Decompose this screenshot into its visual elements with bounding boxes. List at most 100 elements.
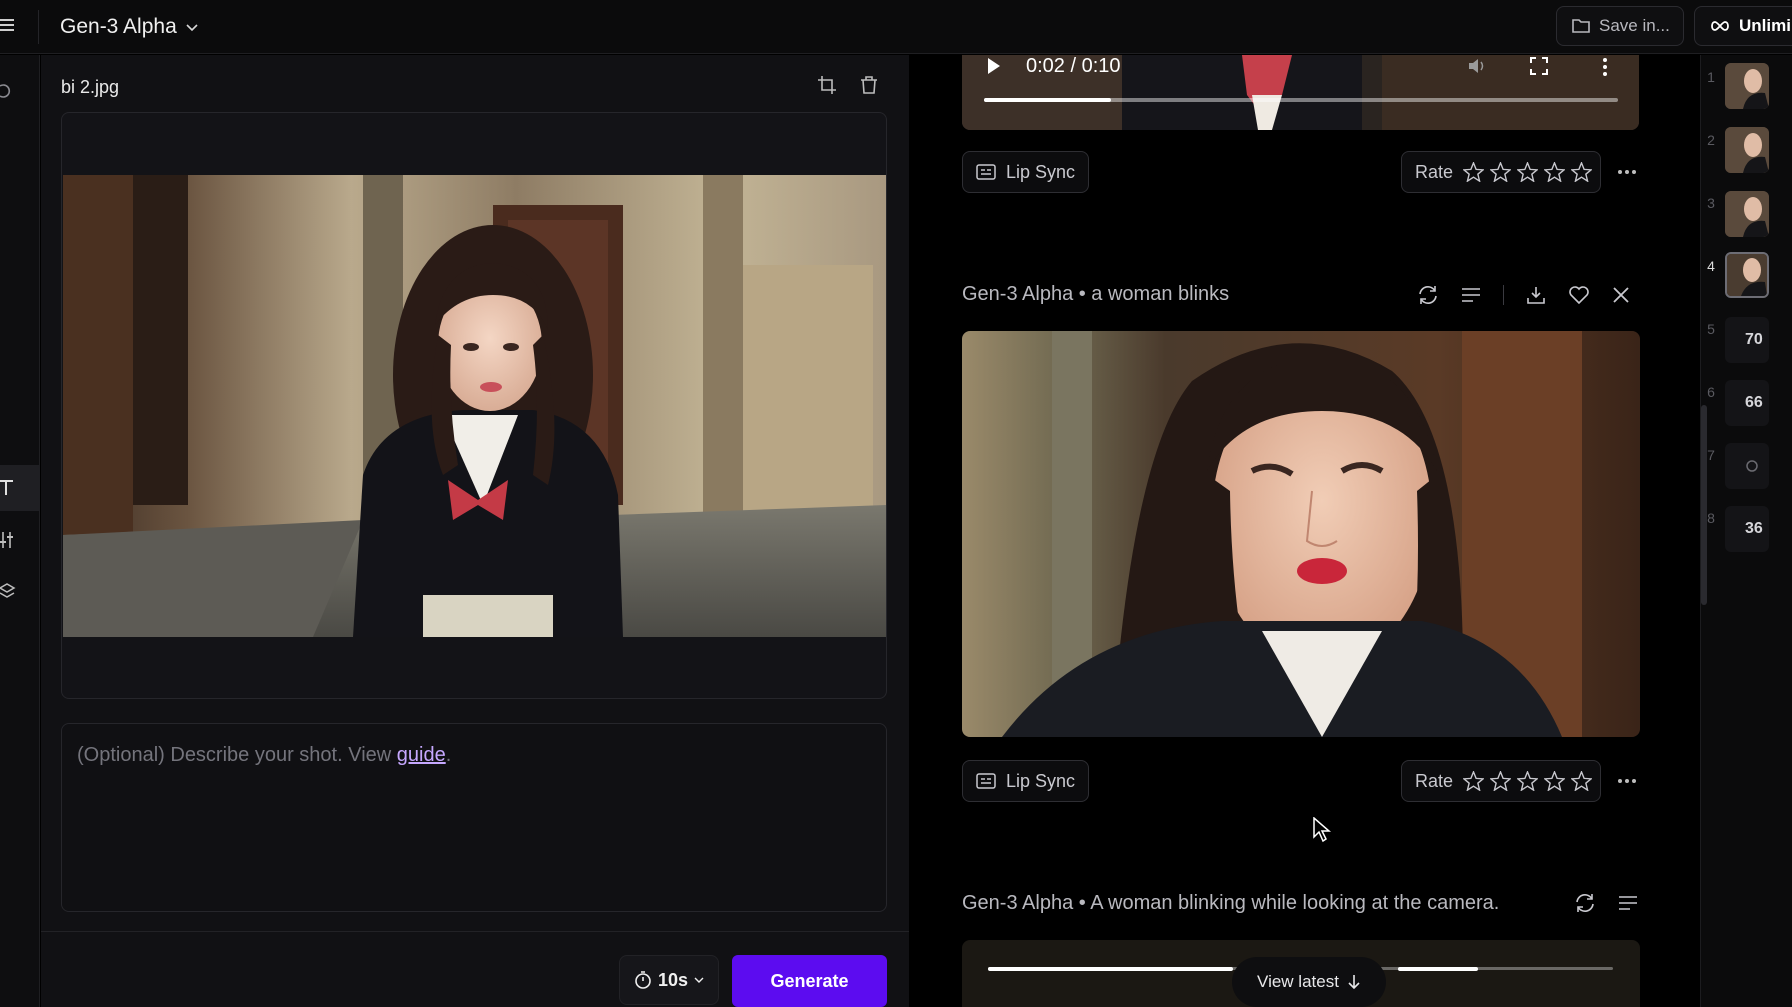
history-item-pending[interactable]	[1725, 443, 1769, 489]
close-icon[interactable]	[1612, 286, 1630, 304]
text-tool-icon[interactable]	[0, 465, 40, 511]
history-index: 6	[1707, 384, 1715, 400]
history-index: 1	[1707, 69, 1715, 85]
menu-icon[interactable]	[0, 16, 16, 34]
guide-link[interactable]: guide	[397, 744, 446, 766]
timer-icon	[635, 971, 651, 989]
history-thumbnail[interactable]	[1725, 191, 1769, 237]
rating-stars	[1463, 162, 1593, 182]
star-icon[interactable]	[1544, 771, 1566, 791]
history-index: 4	[1707, 258, 1715, 274]
duration-selector[interactable]: 10s	[619, 955, 719, 1005]
history-item-duration[interactable]: 66	[1725, 380, 1769, 426]
view-latest-button[interactable]: View latest	[1232, 957, 1386, 1007]
history-thumbnail[interactable]	[1725, 127, 1769, 173]
input-panel: bi 2.jpg (Optional) Describe your shot. …	[41, 55, 909, 1007]
star-icon[interactable]	[1490, 771, 1512, 791]
lip-sync-button[interactable]: Lip Sync	[962, 760, 1090, 802]
divider	[1503, 285, 1504, 305]
star-icon[interactable]	[1517, 162, 1539, 182]
video-player-previous[interactable]: 0:02 / 0:10	[962, 55, 1639, 130]
generate-button[interactable]: Generate	[732, 955, 887, 1007]
history-scrollbar[interactable]	[1701, 405, 1707, 605]
history-rail: 1 2 3 4 5 70 6 66 7 8 36	[1700, 55, 1792, 1007]
refresh-icon[interactable]	[1574, 893, 1596, 913]
star-icon[interactable]	[1490, 162, 1512, 182]
star-icon[interactable]	[1571, 162, 1593, 182]
layers-icon[interactable]	[0, 580, 24, 604]
star-icon[interactable]	[1544, 162, 1566, 182]
generation-title: Gen-3 Alpha • a woman blinks	[962, 283, 1230, 305]
model-selector[interactable]: Gen-3 Alpha	[60, 12, 199, 42]
play-icon[interactable]	[986, 57, 1002, 75]
history-thumbnail[interactable]	[1725, 63, 1769, 109]
undo-icon[interactable]	[0, 79, 24, 103]
download-icon[interactable]	[1526, 285, 1546, 305]
history-index: 5	[1707, 321, 1715, 337]
history-thumbnail-active[interactable]	[1725, 252, 1769, 298]
folder-icon	[1572, 19, 1590, 33]
more-horizontal-icon[interactable]	[1616, 161, 1638, 183]
crop-icon[interactable]	[817, 75, 837, 95]
video-progress-fill	[984, 98, 1111, 102]
more-vertical-icon[interactable]	[1602, 57, 1608, 77]
model-name: Gen-3 Alpha	[60, 15, 177, 38]
file-name: bi 2.jpg	[61, 77, 120, 97]
history-item-duration[interactable]: 36	[1725, 506, 1769, 552]
generation-actions	[1574, 893, 1638, 913]
generation-progress-fill	[1398, 967, 1478, 971]
history-index: 2	[1707, 132, 1715, 148]
generation-actions	[1417, 285, 1630, 305]
star-icon[interactable]	[1571, 771, 1593, 791]
heart-icon[interactable]	[1568, 285, 1590, 305]
fullscreen-icon[interactable]	[1530, 57, 1548, 75]
generation-title: Gen-3 Alpha • A woman blinking while loo…	[962, 892, 1500, 914]
image-frame	[61, 112, 887, 699]
trash-icon[interactable]	[859, 75, 879, 95]
text-lines-icon[interactable]	[1461, 287, 1481, 303]
text-lines-icon[interactable]	[1618, 895, 1638, 911]
save-in-button[interactable]: Save in...	[1556, 6, 1684, 46]
lip-sync-label: Lip Sync	[1006, 161, 1076, 182]
rate-label: Rate	[1415, 770, 1454, 791]
loading-icon	[1746, 460, 1758, 472]
chevron-down-icon	[186, 24, 198, 32]
arrow-down-icon	[1348, 975, 1360, 990]
uploaded-image	[63, 175, 886, 637]
history-item-duration[interactable]: 70	[1725, 317, 1769, 363]
prompt-placeholder: (Optional) Describe your shot. View guid…	[77, 744, 452, 766]
rate-widget: Rate	[1401, 760, 1601, 802]
rating-stars	[1463, 771, 1593, 791]
generation-feed: 0:02 / 0:10 Lip Sync Rate Gen-3 Alpha • …	[910, 55, 1700, 1007]
view-latest-label: View latest	[1257, 972, 1339, 991]
generated-video[interactable]	[962, 331, 1640, 737]
refresh-icon[interactable]	[1417, 285, 1439, 305]
video-controls: 0:02 / 0:10	[962, 55, 1639, 130]
star-icon[interactable]	[1517, 771, 1539, 791]
chevron-down-icon	[694, 977, 704, 983]
prompt-input[interactable]: (Optional) Describe your shot. View guid…	[61, 723, 887, 912]
file-actions	[817, 75, 879, 95]
divider	[38, 10, 39, 44]
sliders-icon[interactable]	[0, 528, 24, 552]
top-bar: Gen-3 Alpha Save in... Unlimi	[0, 0, 1792, 54]
generate-label: Generate	[770, 970, 849, 991]
history-index: 7	[1707, 447, 1715, 463]
rate-widget: Rate	[1401, 151, 1601, 193]
lip-sync-button[interactable]: Lip Sync	[962, 151, 1090, 193]
divider	[41, 931, 909, 932]
duration-label: 10s	[657, 969, 689, 990]
history-index: 8	[1707, 510, 1715, 526]
star-icon[interactable]	[1463, 162, 1485, 182]
lip-sync-icon	[976, 164, 996, 180]
tool-rail	[0, 55, 40, 1007]
star-icon[interactable]	[1463, 771, 1485, 791]
video-progress-bar[interactable]	[984, 98, 1618, 102]
volume-icon[interactable]	[1467, 57, 1489, 75]
infinity-icon	[1711, 21, 1729, 31]
generation-progress-fill	[988, 967, 1233, 971]
lip-sync-icon	[976, 773, 996, 789]
mouse-cursor-icon	[1313, 817, 1331, 843]
unlimited-plan-button[interactable]: Unlimi	[1694, 6, 1792, 46]
more-horizontal-icon[interactable]	[1616, 770, 1638, 792]
